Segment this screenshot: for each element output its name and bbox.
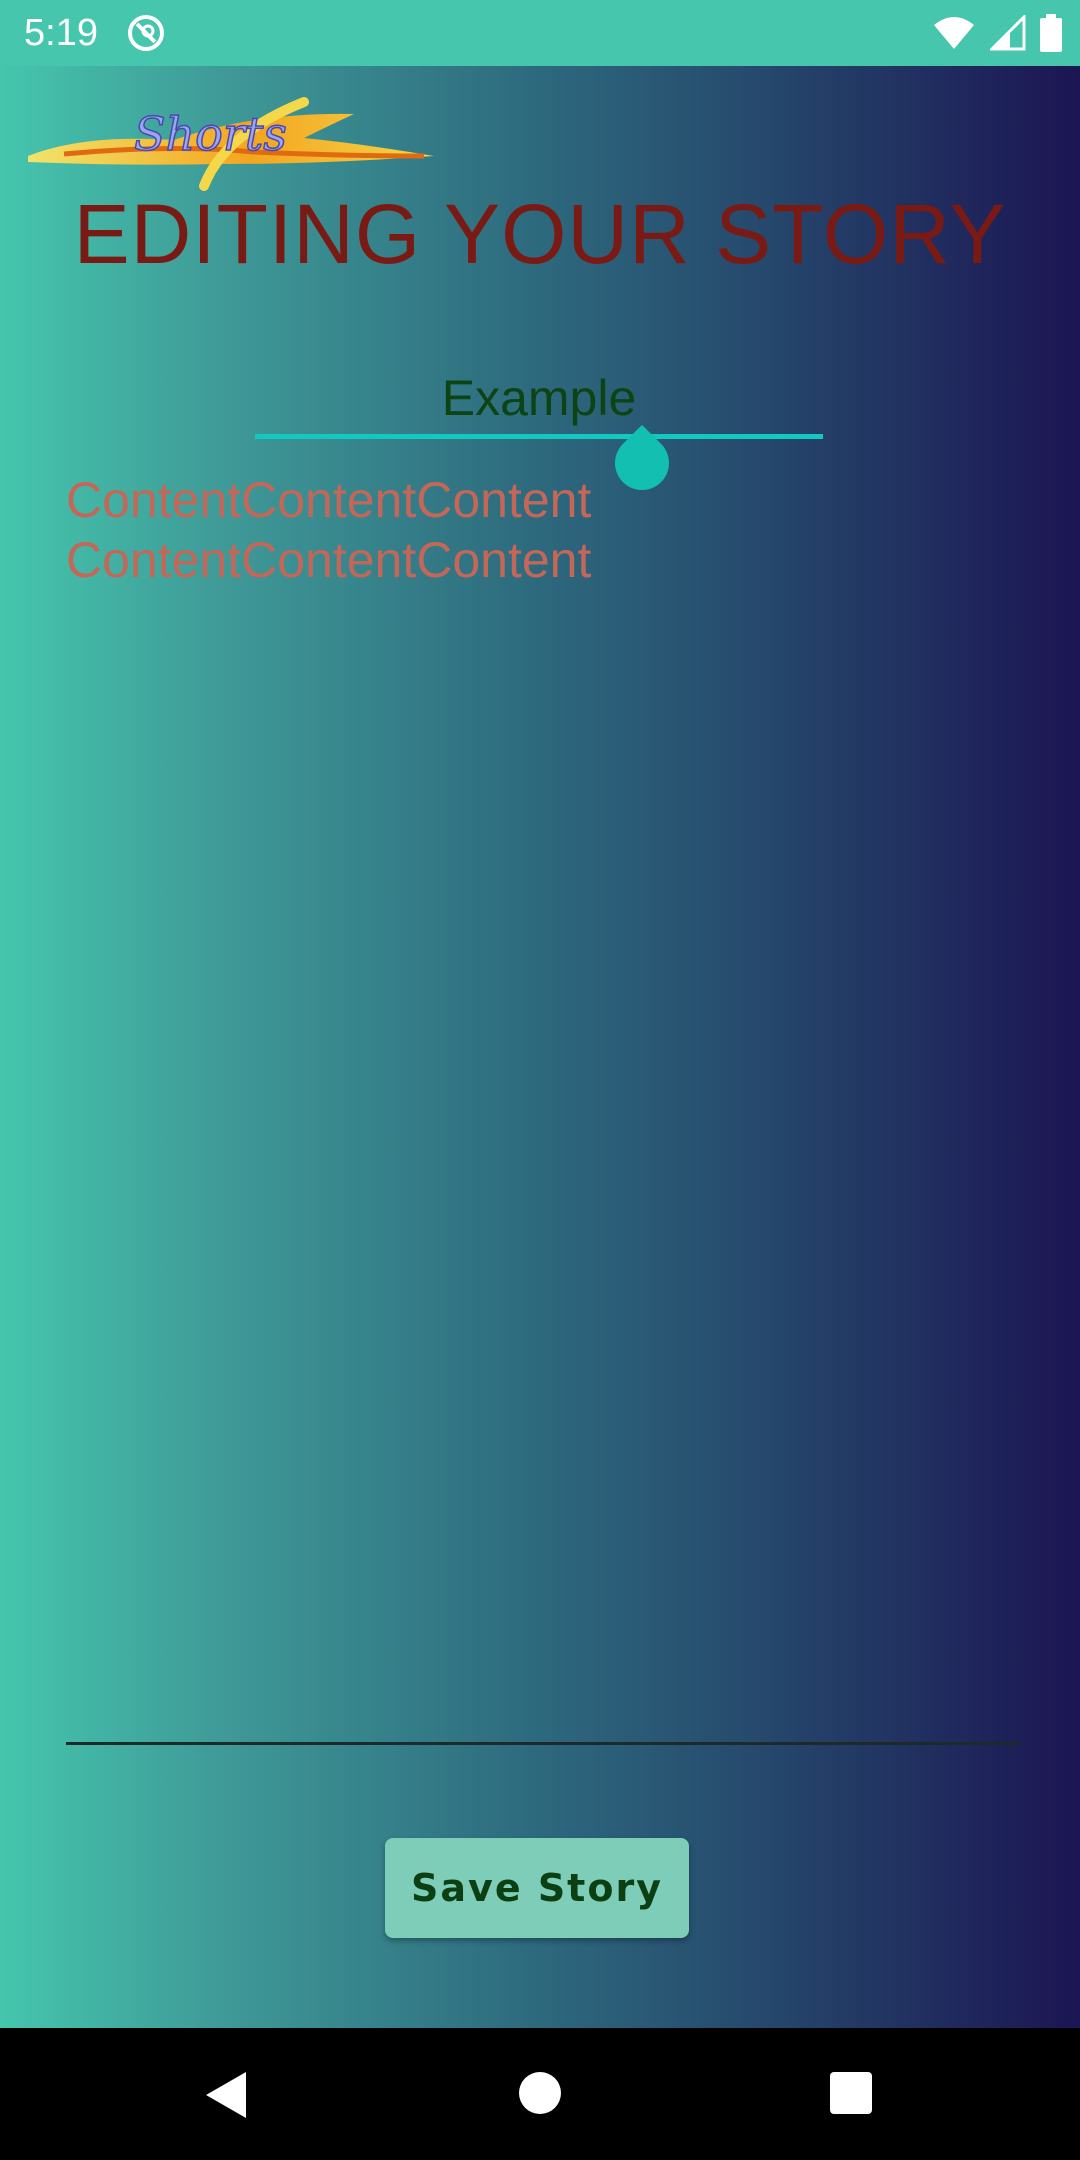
wifi-icon: [934, 17, 974, 49]
recents-icon[interactable]: [830, 2072, 872, 2114]
battery-icon: [1040, 14, 1062, 52]
cellular-signal-icon: [990, 15, 1026, 51]
app-logo: Shorts: [28, 97, 434, 191]
status-time: 5:19: [24, 12, 98, 54]
story-content-input[interactable]: ContentContentContent ContentContentCont…: [66, 470, 1020, 1745]
page-title: EDITING YOUR STORY: [73, 187, 1007, 281]
app-notification-icon: [128, 15, 164, 51]
story-title-input[interactable]: [255, 362, 823, 439]
status-bar: 5:19: [0, 0, 1080, 66]
app-screen: Shorts EDITING YOUR STORY ContentContent…: [0, 66, 1080, 2028]
story-title-field: [255, 362, 823, 442]
logo-text: Shorts: [134, 107, 287, 161]
home-icon[interactable]: [519, 2072, 561, 2114]
back-icon[interactable]: [204, 2070, 250, 2120]
navigation-bar: [0, 2028, 1080, 2160]
status-icons: [932, 10, 1062, 56]
save-story-button[interactable]: Save Story: [385, 1838, 689, 1938]
